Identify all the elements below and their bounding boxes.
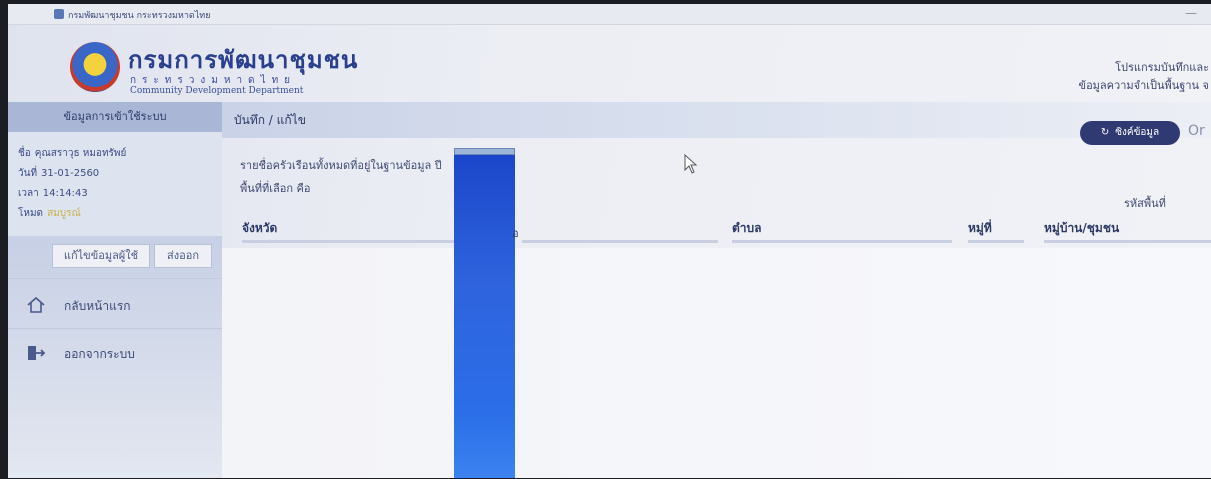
column-subdistrict[interactable]: ตำบล xyxy=(732,219,762,238)
name-label: ชื่อ xyxy=(18,148,31,159)
department-logo-icon xyxy=(70,42,120,92)
nav-home-label: กลับหน้าแรก xyxy=(64,299,131,313)
village-no-filter[interactable] xyxy=(968,240,1024,243)
district-filter[interactable] xyxy=(522,240,718,243)
nav-logout-label: ออกจากระบบ xyxy=(64,347,135,361)
province-filter[interactable] xyxy=(242,240,470,243)
sidebar: ข้อมูลการเข้าใช้ระบบ ชื่อ คุณสราวุธ หมอทร… xyxy=(8,102,222,478)
date-value: 31-01-2560 xyxy=(41,168,100,179)
time-row: เวลา 14:14:43 xyxy=(18,186,88,201)
app-icon xyxy=(54,9,64,19)
user-name-row: ชื่อ คุณสราวุธ หมอทรัพย์ xyxy=(18,146,126,161)
login-info-panel: ชื่อ คุณสราวุธ หมอทรัพย์ วันที่ 31-01-2560… xyxy=(8,132,222,236)
home-icon xyxy=(27,296,45,313)
breadcrumb: บันทึก / แก้ไข xyxy=(234,113,306,127)
login-info-header: ข้อมูลการเข้าใช้ระบบ xyxy=(8,102,222,132)
mode-row: โหมด สมบูรณ์ xyxy=(18,206,81,221)
window-titlebar: กรมพัฒนาชุมชน กระทรวงมหาดไทย — xyxy=(8,4,1211,25)
table-body xyxy=(222,248,1211,478)
screen: กรมพัฒนาชุมชน กระทรวงมหาดไทย — กรมการพัฒ… xyxy=(8,4,1211,478)
app-header: กรมการพัฒนาชุมชน กระทรวงมหาดไทย Communit… xyxy=(8,24,1211,102)
window-title: กรมพัฒนาชุมชน กระทรวงมหาดไทย xyxy=(68,11,211,21)
refresh-icon: ↻ xyxy=(1100,127,1110,138)
mode-value: สมบูรณ์ xyxy=(47,208,81,219)
time-label: เวลา xyxy=(18,188,39,199)
village-name-filter[interactable] xyxy=(1044,240,1211,243)
nav-divider xyxy=(8,328,222,329)
date-label: วันที่ xyxy=(18,168,38,179)
sync-label: ซิงค์ข้อมูล xyxy=(1115,127,1160,138)
column-village-name[interactable]: หมู่บ้าน/ชุมชน xyxy=(1044,219,1119,238)
nav-logout[interactable]: ออกจากระบบ xyxy=(8,336,222,372)
selected-area-text: พื้นที่ที่เลือก คือ xyxy=(240,182,311,195)
area-code-label: รหัสพื้นที่ xyxy=(1124,197,1166,210)
column-village-no[interactable]: หมู่ที่ xyxy=(968,219,992,238)
mouse-cursor-icon xyxy=(684,154,698,174)
program-title-line2: ข้อมูลความจำเป็นพื้นฐาน จ xyxy=(1078,79,1209,92)
or-text: Or xyxy=(1188,123,1205,139)
export-button[interactable]: ส่งออก xyxy=(154,244,212,268)
user-name-value: คุณสราวุธ หมอทรัพย์ xyxy=(34,148,127,159)
household-description: รายชื่อครัวเรือนทั้งหมดที่อยู่ในฐานข้อมู… xyxy=(240,159,442,172)
time-value: 14:14:43 xyxy=(42,188,88,199)
logout-icon xyxy=(28,346,46,360)
subdistrict-filter[interactable] xyxy=(732,240,952,243)
nav-home[interactable]: กลับหน้าแรก xyxy=(8,288,222,324)
tape-top-edge xyxy=(454,148,515,155)
mode-label: โหมด xyxy=(18,208,44,219)
edit-user-button[interactable]: แก้ไขข้อมูลผู้ใช้ xyxy=(52,244,150,268)
nav-divider xyxy=(8,278,222,279)
department-english-name: Community Development Department xyxy=(130,86,304,96)
program-title-line1: โปรแกรมบันทึกและ xyxy=(1115,61,1209,74)
table-header: จังหวัด ตำบล หมู่ที่ หมู่บ้าน/ชุมชน xyxy=(232,214,1211,248)
blue-tape-overlay: อ xyxy=(454,148,519,478)
column-province[interactable]: จังหวัด xyxy=(242,219,277,238)
column-district: อ xyxy=(512,227,519,240)
sync-data-button[interactable]: ↻ ซิงค์ข้อมูล xyxy=(1080,121,1180,145)
minimize-button[interactable]: — xyxy=(1185,6,1197,20)
breadcrumb-bar: บันทึก / แก้ไข xyxy=(222,102,1211,138)
date-row: วันที่ 31-01-2560 xyxy=(18,166,99,181)
